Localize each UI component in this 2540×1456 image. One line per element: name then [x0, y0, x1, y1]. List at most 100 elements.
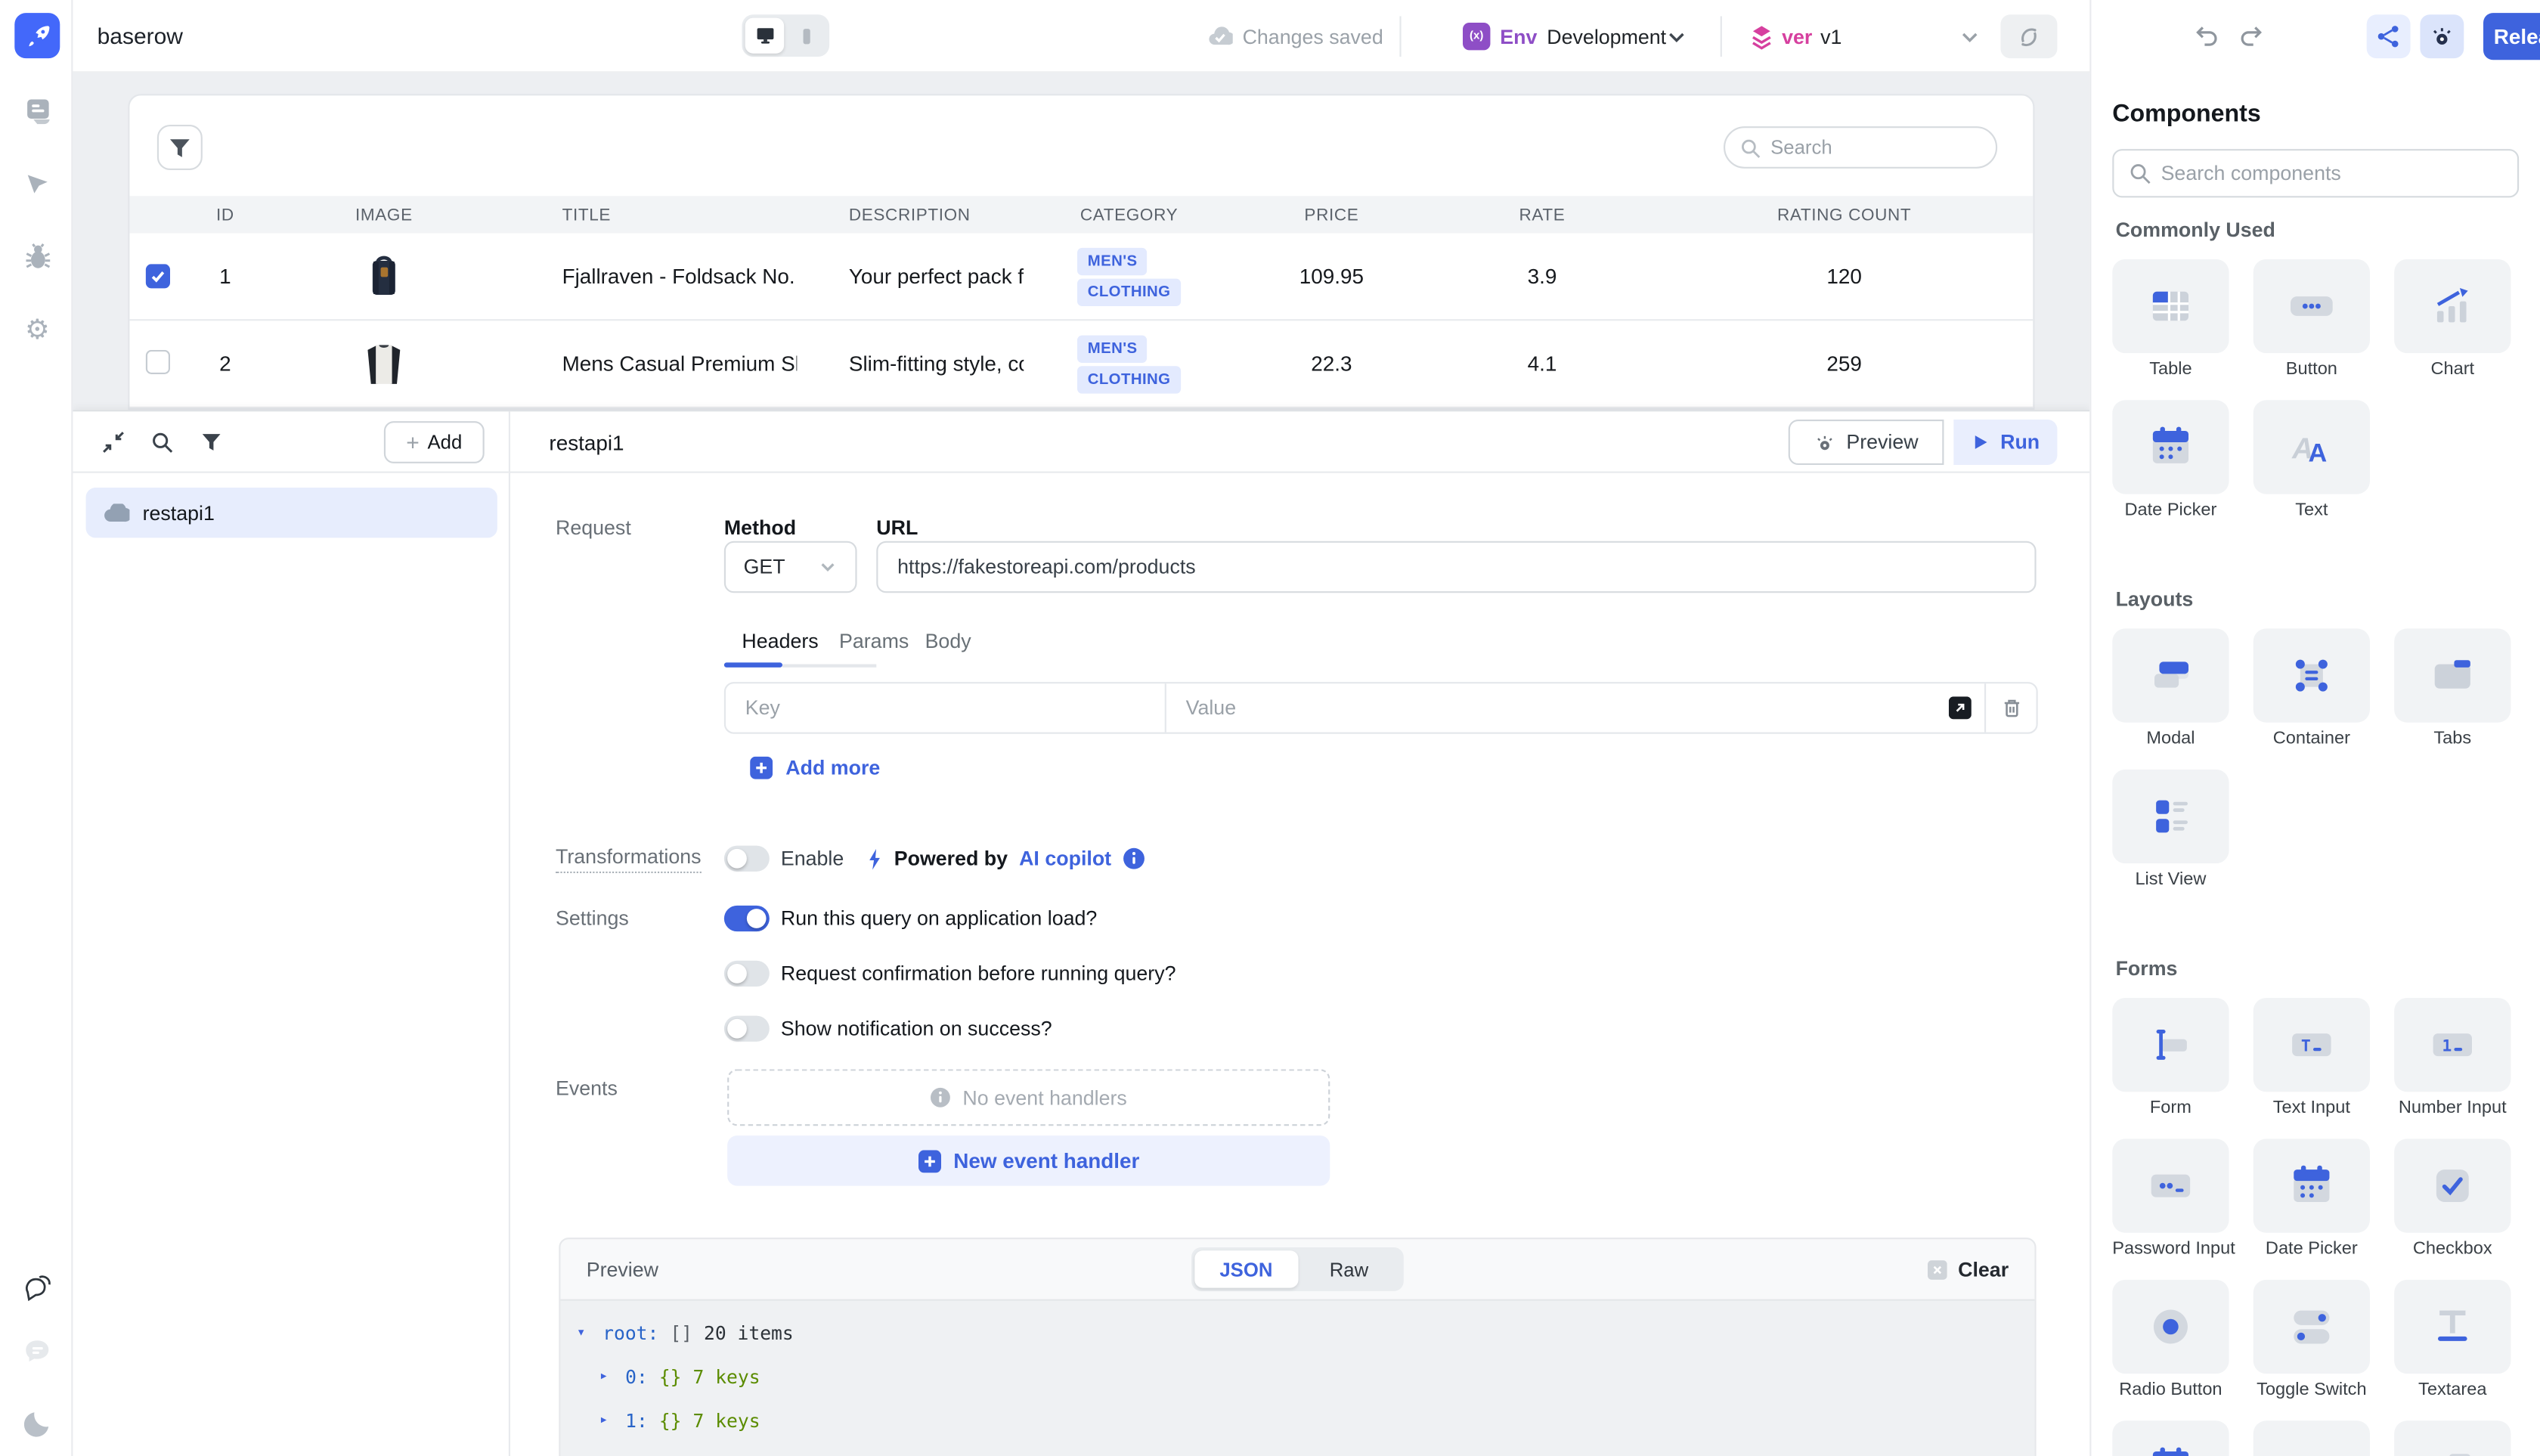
chat-icon[interactable] — [21, 1270, 54, 1303]
ai-copilot-link[interactable]: AI copilot — [1019, 847, 1111, 870]
column-header[interactable]: IMAGE — [262, 205, 505, 225]
environment-selector[interactable]: (x) Env Development — [1463, 0, 1666, 73]
collapse-panel-icon[interactable] — [101, 429, 126, 455]
desktop-view-button[interactable] — [745, 18, 784, 54]
setting-toggle[interactable] — [724, 906, 770, 931]
query-preview: Preview JSON Raw Clear ▾root:[]20 items ▸… — [559, 1238, 2036, 1456]
redo-icon[interactable] — [2237, 21, 2266, 51]
json-tree-node[interactable]: ▾root:[]20 items — [560, 1315, 2034, 1351]
component-card-radio-button[interactable]: Radio Button — [2112, 1280, 2229, 1400]
add-more-button[interactable]: Add more — [750, 757, 880, 779]
component-card-list-view[interactable]: List View — [2112, 770, 2229, 890]
setting-toggle[interactable] — [724, 961, 770, 987]
component-card-date-picker[interactable]: Date Picker — [2253, 1138, 2370, 1259]
component-card-chart[interactable]: Chart — [2394, 259, 2511, 379]
settings-gear-icon[interactable]: ⚙ — [21, 313, 54, 345]
delete-row-button[interactable] — [1984, 683, 2037, 732]
app-logo[interactable] — [14, 13, 60, 58]
refresh-button[interactable] — [2000, 14, 2057, 58]
expand-editor-icon[interactable] — [1949, 696, 1972, 719]
component-card-text[interactable]: AAText — [2253, 400, 2370, 520]
table-widget[interactable]: IDIMAGETITLEDESCRIPTIONCATEGORYPRICERATE… — [128, 94, 2034, 410]
inspector-pointer-icon[interactable] — [21, 167, 54, 200]
component-card-calendar-range[interactable] — [2112, 1420, 2229, 1456]
component-card-date-picker[interactable]: Date Picker — [2112, 400, 2229, 520]
component-card-modal[interactable]: Modal — [2112, 628, 2229, 748]
row-checkbox[interactable] — [146, 263, 170, 287]
undo-icon[interactable] — [2192, 21, 2221, 51]
column-header[interactable]: RATING COUNT — [1656, 205, 2033, 225]
collapse-triangle-icon[interactable]: ▾ — [577, 1325, 591, 1341]
component-card-toggle-switch[interactable]: Toggle Switch — [2253, 1280, 2370, 1400]
chevron-down-icon[interactable] — [1959, 26, 1981, 48]
table-search[interactable] — [1724, 126, 1997, 169]
pages-icon[interactable] — [21, 94, 54, 126]
column-header[interactable]: CATEGORY — [1024, 205, 1234, 225]
table-search-input[interactable] — [1770, 136, 1965, 159]
component-card-checkbox[interactable]: Checkbox — [2394, 1138, 2511, 1259]
column-header[interactable]: RATE — [1429, 205, 1656, 225]
column-header[interactable]: DESCRIPTION — [797, 205, 1024, 225]
header-key-input[interactable] — [726, 683, 1166, 732]
release-button[interactable]: Release — [2483, 13, 2540, 60]
json-tree-node[interactable]: ▸0:{}7 keys — [560, 1359, 2034, 1395]
chevron-down-icon[interactable] — [1665, 26, 1688, 48]
component-card-multiselect[interactable] — [2394, 1420, 2511, 1456]
table-filter-button[interactable] — [157, 125, 203, 170]
component-card-button[interactable]: Button — [2253, 259, 2370, 379]
tab-headers[interactable]: Headers — [742, 630, 818, 653]
component-card-form[interactable]: Form — [2112, 998, 2229, 1118]
search-queries-icon[interactable] — [149, 429, 175, 455]
preview-app-button[interactable] — [2420, 14, 2464, 58]
debugger-bug-icon[interactable] — [21, 240, 54, 272]
header-value-input[interactable] — [1166, 683, 1949, 732]
share-button[interactable] — [2367, 14, 2411, 58]
component-card-dropdown[interactable] — [2253, 1420, 2370, 1456]
filter-queries-icon[interactable] — [197, 429, 223, 455]
add-query-button[interactable]: + Add — [384, 421, 485, 463]
components-search[interactable] — [2112, 149, 2519, 197]
query-editor: restapi1 Preview Run Request Method URL … — [510, 411, 2089, 1456]
table-row[interactable]: 1Fjallraven - Foldsack No. 1 BYour perfe… — [129, 234, 2033, 321]
comments-icon[interactable] — [21, 1335, 54, 1368]
component-card-text-input[interactable]: TText Input — [2253, 998, 2370, 1118]
preview-mode-json[interactable]: JSON — [1194, 1250, 1297, 1287]
components-search-input[interactable] — [2161, 162, 2503, 184]
query-preview-header: Preview JSON Raw Clear — [560, 1239, 2034, 1300]
node-meta: 7 keys — [693, 1365, 760, 1388]
component-card-password-input[interactable]: Password Input — [2112, 1138, 2229, 1259]
table-row[interactable]: 2Mens Casual Premium Slim FSlim-fitting … — [129, 321, 2033, 408]
preview-mode-raw[interactable]: Raw — [1297, 1250, 1400, 1287]
dark-mode-moon-icon[interactable] — [21, 1406, 54, 1439]
expand-triangle-icon[interactable]: ▸ — [599, 1413, 614, 1429]
component-card-table[interactable]: Table — [2112, 259, 2229, 379]
version-selector[interactable]: ver v1 — [1749, 0, 1842, 73]
app-canvas[interactable]: IDIMAGETITLEDESCRIPTIONCATEGORYPRICERATE… — [73, 73, 2089, 410]
column-header[interactable]: PRICE — [1234, 205, 1429, 225]
row-checkbox[interactable] — [146, 349, 170, 373]
column-header[interactable]: TITLE — [506, 205, 798, 225]
query-list-item[interactable]: restapi1 — [86, 488, 497, 537]
info-icon[interactable] — [1123, 847, 1145, 870]
tab-params[interactable]: Params — [839, 630, 909, 653]
enable-transformations-toggle[interactable] — [724, 846, 770, 872]
expand-triangle-icon[interactable]: ▸ — [599, 1369, 614, 1385]
component-card-tabs[interactable]: Tabs — [2394, 628, 2511, 748]
preview-query-button[interactable]: Preview — [1789, 420, 1944, 465]
tab-body[interactable]: Body — [925, 630, 971, 653]
clear-preview-button[interactable]: Clear — [1927, 1259, 2009, 1281]
json-tree-node[interactable]: ▸1:{}7 keys — [560, 1403, 2034, 1439]
method-select[interactable]: GET — [724, 541, 857, 593]
query-title[interactable]: restapi1 — [549, 431, 624, 455]
component-card-container[interactable]: Container — [2253, 628, 2370, 748]
new-event-handler-button[interactable]: New event handler — [727, 1135, 1330, 1185]
query-list: + Add restapi1 — [73, 411, 510, 1456]
run-query-button[interactable]: Run — [1953, 420, 2057, 465]
component-card-number-input[interactable]: 1Number Input — [2394, 998, 2511, 1118]
url-input[interactable] — [876, 541, 2036, 593]
app-title[interactable]: baserow — [98, 23, 183, 48]
setting-toggle[interactable] — [724, 1016, 770, 1042]
mobile-view-button[interactable] — [787, 18, 826, 54]
column-header[interactable]: ID — [188, 205, 263, 225]
component-card-textarea[interactable]: Textarea — [2394, 1280, 2511, 1400]
